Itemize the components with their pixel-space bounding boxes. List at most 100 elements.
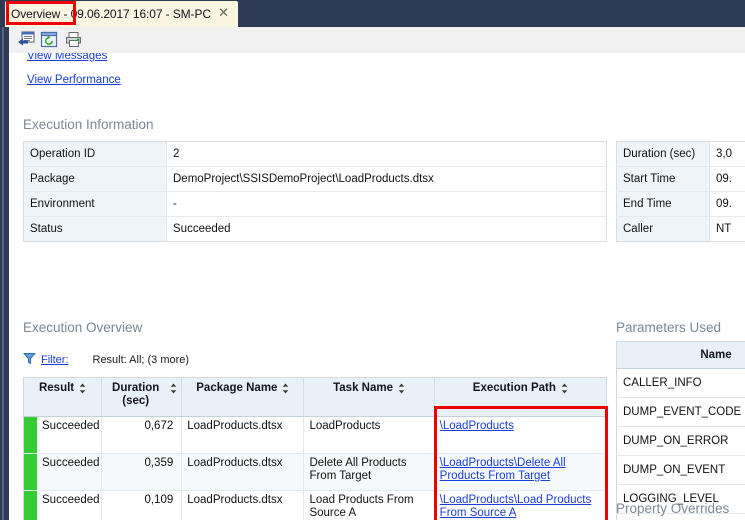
column-header-task-name[interactable]: Task Name [303, 377, 435, 417]
table-row[interactable]: Succeeded 0,109 LoadProducts.dtsx Load P… [23, 490, 607, 520]
cell-result: Succeeded [23, 453, 103, 491]
list-item[interactable]: DUMP_ON_EVENT [616, 455, 745, 485]
status-badge [24, 491, 37, 520]
execution-path-link[interactable]: \LoadProducts [440, 420, 514, 432]
left-dock-rail [0, 27, 9, 520]
sort-arrows-icon[interactable] [561, 383, 568, 397]
table-row[interactable]: Succeeded 0,359 LoadProducts.dtsx Delete… [23, 453, 607, 491]
row-key: Caller [616, 216, 710, 242]
parameter-name: DUMP_ON_EVENT [616, 455, 745, 485]
cell-package-name: LoadProducts.dtsx [181, 453, 305, 491]
execution-path-link[interactable]: \LoadProducts\Load Products From Source … [440, 494, 592, 519]
row-key: Status [23, 216, 167, 242]
sort-arrows-icon[interactable] [282, 383, 289, 397]
column-header-package-name[interactable]: Package Name [181, 377, 305, 417]
execution-detail-table: Duration (sec) 3,0 Start Time 09. End Ti… [616, 141, 745, 242]
column-header-label: Name [700, 349, 732, 361]
parameters-used-table: Name CALLER_INFO DUMP_EVENT_CODE DUMP_ON… [616, 341, 745, 520]
cell-duration: 0,359 [101, 453, 183, 491]
left-dock-rail-accent [2, 27, 4, 520]
execution-overview-grid: Result Duration (sec) Package Name Task … [23, 377, 607, 520]
cell-task-name: LoadProducts [303, 416, 435, 454]
section-title-execution-information: Execution Information [23, 117, 154, 132]
row-value: 2 [166, 141, 607, 167]
row-key: Package [23, 166, 167, 192]
column-header-name[interactable]: Name [616, 341, 745, 369]
list-item[interactable]: CALLER_INFO [616, 368, 745, 398]
content-area: View Messages View Performance Execution… [9, 53, 745, 520]
filter-bar: Filter: Result: All; (3 more) [23, 352, 189, 368]
column-header-label: Task Name [333, 382, 393, 394]
app-window: Overview - 09.06.2017 16:07 - SM-PC ✕ Vi… [0, 0, 745, 520]
print-icon[interactable] [65, 31, 83, 49]
section-title-property-overrides: Property Overrides [616, 501, 730, 516]
tab-strip: Overview - 09.06.2017 16:07 - SM-PC ✕ [0, 0, 745, 27]
parameter-name: DUMP_ON_ERROR [616, 426, 745, 456]
sort-arrows-icon[interactable] [170, 383, 177, 397]
sort-arrows-icon[interactable] [79, 383, 86, 397]
row-value: 09. [709, 166, 745, 192]
row-value: NT [709, 216, 745, 242]
table-row: Status Succeeded [23, 216, 607, 242]
refresh-icon[interactable] [40, 31, 58, 49]
column-header-label: Result [38, 382, 75, 394]
filter-funnel-icon[interactable] [23, 352, 36, 368]
column-header-label: Package Name [196, 382, 278, 394]
table-row: Start Time 09. [616, 166, 745, 192]
cell-package-name: LoadProducts.dtsx [181, 416, 305, 454]
column-header-duration[interactable]: Duration (sec) [101, 377, 183, 417]
table-row: End Time 09. [616, 191, 745, 217]
filter-value: Result: All; (3 more) [92, 354, 190, 366]
column-header-label: Execution Path [472, 382, 556, 394]
tab-overview[interactable]: Overview - 09.06.2017 16:07 - SM-PC ✕ [5, 1, 238, 27]
column-header-execution-path[interactable]: Execution Path [434, 377, 607, 417]
status-badge [24, 454, 37, 490]
row-key: Duration (sec) [616, 141, 710, 167]
column-header-result[interactable]: Result [23, 377, 103, 417]
close-icon[interactable]: ✕ [218, 6, 229, 20]
grid-header-row: Result Duration (sec) Package Name Task … [23, 377, 607, 417]
grid-header-row: Name [616, 341, 745, 369]
table-row: Caller NT [616, 216, 745, 242]
sort-arrows-icon[interactable] [398, 383, 405, 397]
list-item[interactable]: DUMP_ON_ERROR [616, 426, 745, 456]
tab-overview-label: Overview - 09.06.2017 16:07 - SM-PC [11, 7, 211, 21]
toolbar [9, 27, 745, 54]
row-key: Start Time [616, 166, 710, 192]
cell-package-name: LoadProducts.dtsx [181, 490, 305, 520]
cell-duration: 0,109 [101, 490, 183, 520]
cell-execution-path: \LoadProducts [434, 416, 607, 454]
section-title-execution-overview: Execution Overview [23, 320, 143, 335]
cell-result-label: Succeeded [42, 420, 100, 432]
execution-path-link[interactable]: \LoadProducts\Delete All Products From T… [440, 457, 566, 482]
cell-result: Succeeded [23, 490, 103, 520]
cell-duration: 0,672 [101, 416, 183, 454]
navigate-back-icon[interactable] [17, 31, 35, 49]
filter-link[interactable]: Filter: [41, 354, 69, 366]
cell-result-label: Succeeded [42, 457, 100, 469]
row-value: 3,0 [709, 141, 745, 167]
table-row[interactable]: Succeeded 0,672 LoadProducts.dtsx LoadPr… [23, 416, 607, 454]
cell-result: Succeeded [23, 416, 103, 454]
parameter-name: DUMP_EVENT_CODE [616, 397, 745, 427]
row-value: Succeeded [166, 216, 607, 242]
list-item[interactable]: DUMP_EVENT_CODE [616, 397, 745, 427]
row-value: 09. [709, 191, 745, 217]
section-title-parameters-used: Parameters Used [616, 320, 722, 335]
row-key: Operation ID [23, 141, 167, 167]
cell-task-name: Delete All Products From Target [303, 453, 435, 491]
cell-result-label: Succeeded [42, 494, 100, 506]
parameter-name: CALLER_INFO [616, 368, 745, 398]
table-row: Environment - [23, 191, 607, 217]
column-header-label: Duration (sec) [112, 382, 160, 407]
status-badge [24, 417, 37, 453]
execution-information-table: Operation ID 2 Package DemoProject\SSISD… [23, 141, 607, 242]
cell-task-name: Load Products From Source A [303, 490, 435, 520]
row-key: Environment [23, 191, 167, 217]
cell-execution-path: \LoadProducts\Load Products From Source … [434, 490, 607, 520]
row-key: End Time [616, 191, 710, 217]
link-view-performance[interactable]: View Performance [27, 74, 121, 86]
link-view-messages[interactable]: View Messages [27, 53, 107, 62]
row-value: DemoProject\SSISDemoProject\LoadProducts… [166, 166, 607, 192]
row-value: - [166, 191, 607, 217]
